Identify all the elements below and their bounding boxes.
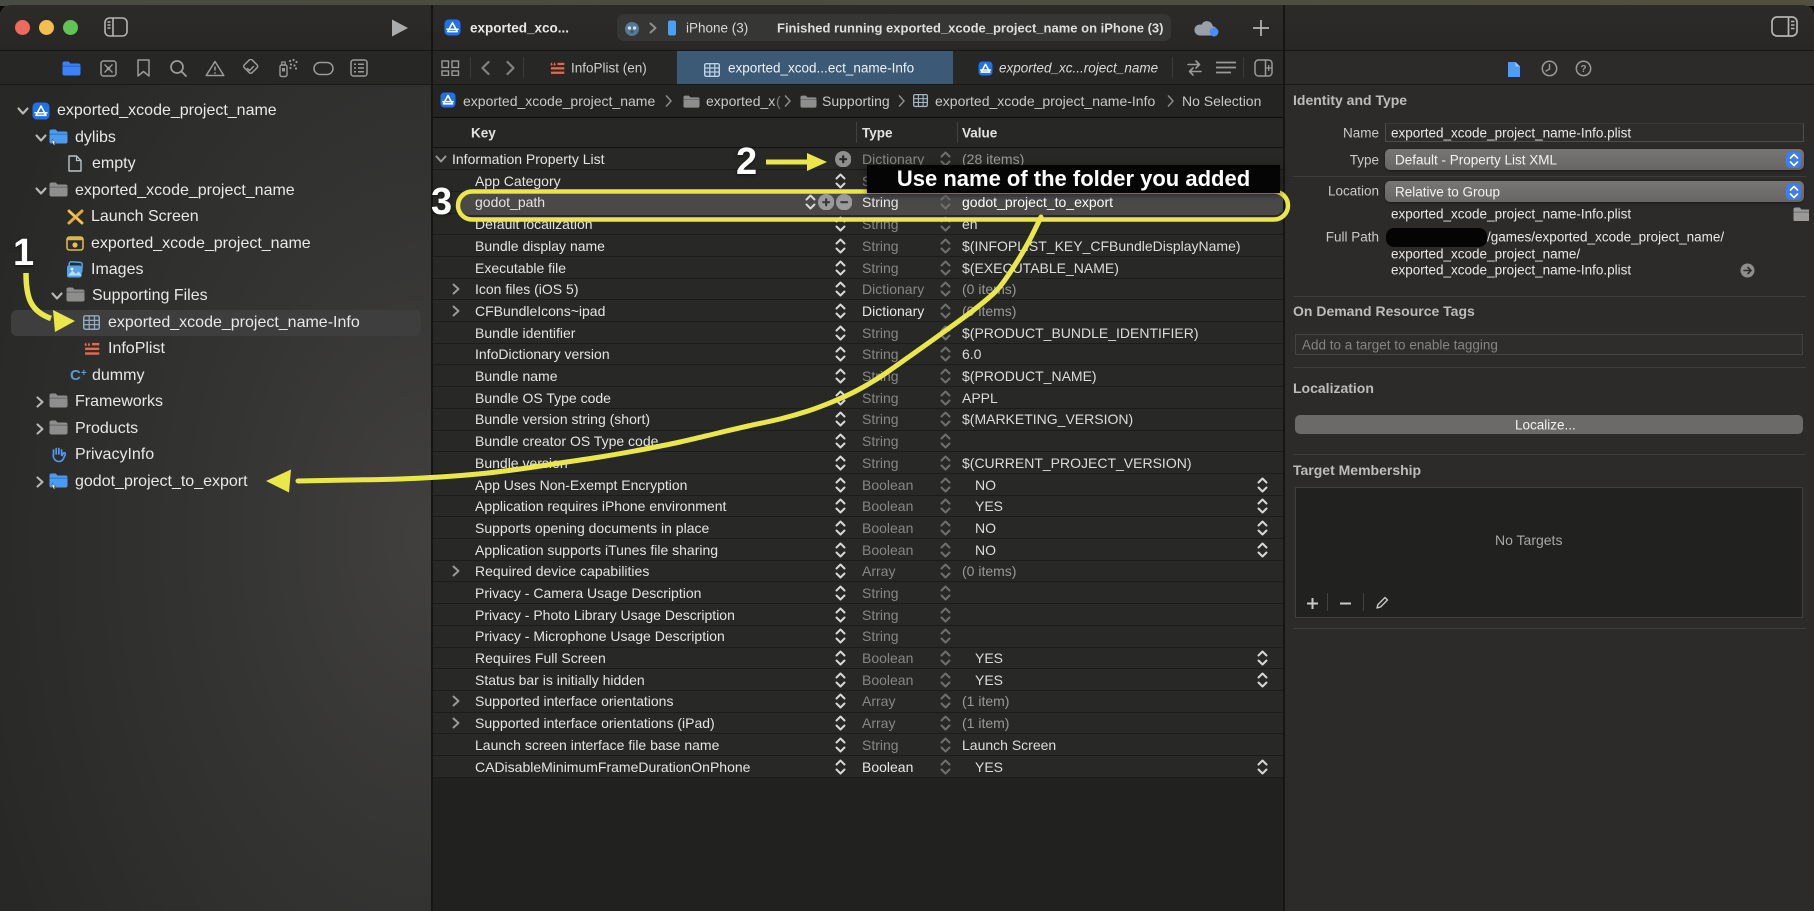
svg-text:?: ?	[1580, 64, 1586, 75]
